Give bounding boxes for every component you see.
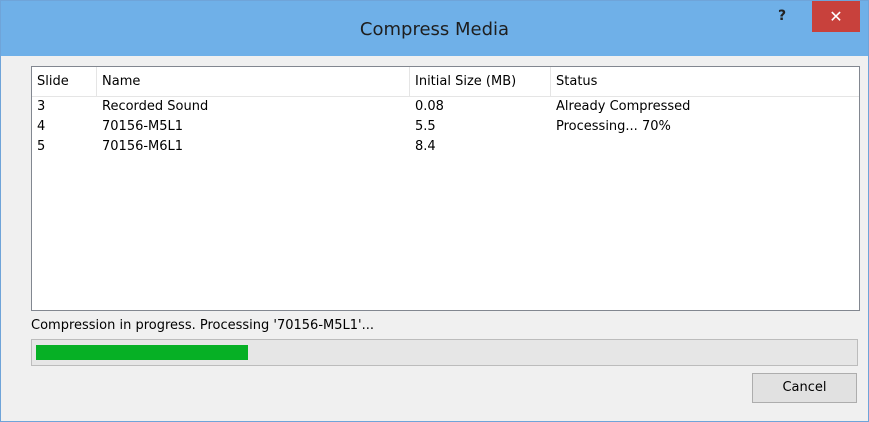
close-icon: ✕ (829, 7, 843, 26)
cell-name: Recorded Sound (102, 99, 209, 114)
cell-status: Processing... 70% (556, 119, 671, 134)
column-header-slide[interactable]: Slide (32, 67, 97, 96)
cell-name: 70156-M6L1 (102, 139, 184, 154)
cell-size: 5.5 (415, 119, 436, 134)
cell-size: 8.4 (415, 139, 436, 154)
media-list[interactable]: Slide Name Initial Size (MB) Status 3 Re… (31, 66, 860, 311)
cancel-button[interactable]: Cancel (752, 373, 857, 403)
cell-slide: 4 (37, 119, 46, 134)
help-button[interactable]: ? (771, 5, 793, 27)
progress-fill (36, 345, 248, 360)
list-row[interactable]: 5 70156-M6L1 8.4 (32, 137, 859, 157)
list-row[interactable]: 3 Recorded Sound 0.08 Already Compressed (32, 97, 859, 117)
list-rows: 3 Recorded Sound 0.08 Already Compressed… (32, 97, 859, 157)
progress-bar (31, 339, 858, 366)
column-header-initial-size[interactable]: Initial Size (MB) (410, 67, 551, 96)
cell-size: 0.08 (415, 99, 444, 114)
cell-name: 70156-M5L1 (102, 119, 184, 134)
dialog-title: Compress Media (359, 19, 510, 40)
cell-slide: 3 (37, 99, 46, 114)
list-header: Slide Name Initial Size (MB) Status (32, 67, 859, 97)
progress-message: Compression in progress. Processing '701… (31, 318, 374, 333)
cell-status: Already Compressed (556, 99, 691, 114)
dialog-body: Slide Name Initial Size (MB) Status 3 Re… (12, 56, 860, 411)
cell-slide: 5 (37, 139, 46, 154)
column-header-status[interactable]: Status (551, 67, 859, 96)
close-button[interactable]: ✕ (812, 1, 860, 32)
title-bar: Compress Media ? ✕ (1, 1, 868, 56)
list-row[interactable]: 4 70156-M5L1 5.5 Processing... 70% (32, 117, 859, 137)
compress-media-dialog: Compress Media ? ✕ Slide Name Initial Si… (0, 0, 869, 422)
column-header-name[interactable]: Name (97, 67, 410, 96)
